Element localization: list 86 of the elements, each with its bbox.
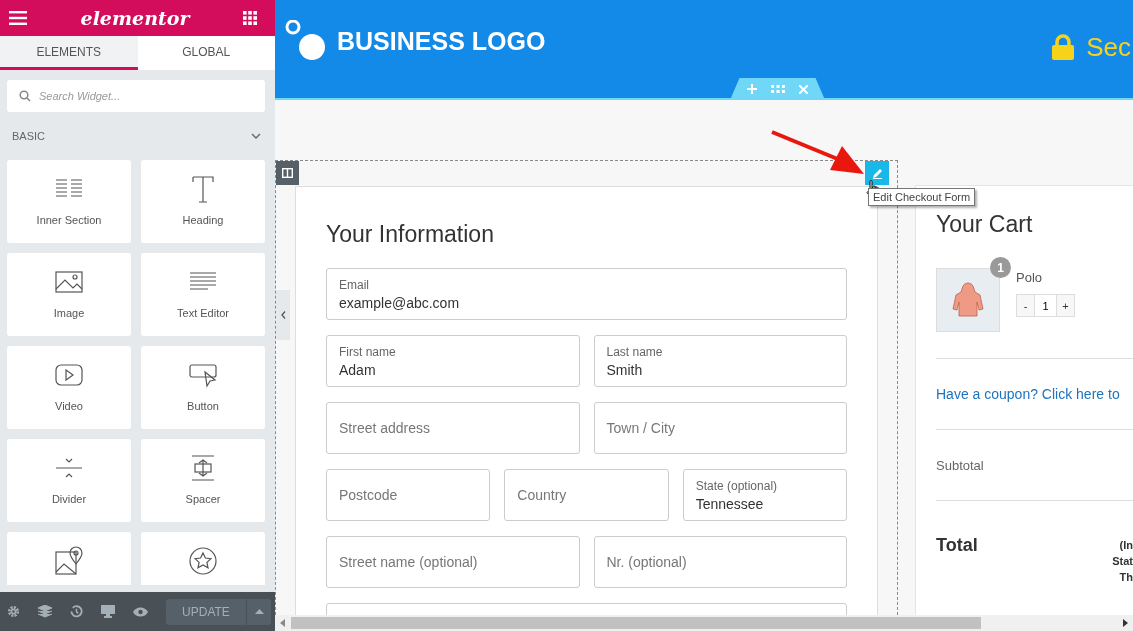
widget-tile[interactable]: Spacer [141, 439, 265, 522]
input-field[interactable]: State (optional) Tennessee [682, 469, 847, 521]
widget-tile[interactable]: Divider [7, 439, 131, 522]
field-value: example@abc.com [339, 293, 461, 311]
widget-label: Button [187, 400, 219, 412]
scroll-right-icon[interactable] [1123, 619, 1128, 627]
search-placeholder: Search Widget... [39, 90, 121, 102]
field-value: Adam [339, 360, 377, 378]
settings-icon[interactable] [7, 605, 20, 618]
coupon-link[interactable]: Have a coupon? Click here to [936, 386, 1120, 402]
total-label: Total [936, 535, 978, 557]
decrease-button[interactable]: - [1016, 294, 1035, 317]
widget-tile[interactable]: Inner Section [7, 160, 131, 243]
eye-icon[interactable] [133, 606, 148, 617]
widget-label: Divider [51, 493, 87, 505]
field-placeholder: Country [517, 487, 568, 503]
hoodie-icon [952, 282, 984, 318]
form-title: Your Information [326, 221, 495, 248]
total-note: Th [1119, 570, 1133, 585]
input-field[interactable]: First name Adam [326, 335, 580, 387]
widget-label: Image [53, 307, 85, 319]
lock-icon [1052, 34, 1075, 60]
columns-icon [282, 168, 293, 178]
widget-tile[interactable]: Image [7, 253, 131, 336]
field-value: Smith [606, 360, 644, 378]
field-label: State (optional) [695, 478, 779, 493]
scroll-left-icon[interactable] [280, 619, 285, 627]
field-label: Last name [606, 344, 664, 359]
field-placeholder: Street address [339, 420, 432, 436]
map-pin-icon [54, 546, 84, 576]
quantity-badge: 1 [990, 257, 1011, 278]
menu-icon[interactable] [9, 11, 27, 25]
business-logo: BUSINESS LOGO [337, 26, 546, 56]
widget-label: Text Editor [177, 307, 229, 319]
widget-label: Spacer [185, 493, 221, 505]
input-field[interactable]: Street name (optional) [326, 536, 580, 588]
input-field[interactable]: Street address [326, 402, 580, 454]
field-placeholder: Nr. (optional) [606, 554, 688, 570]
field-placeholder: Town / City [606, 420, 676, 436]
chevron-left-icon [280, 311, 286, 319]
total-note: Stat [1112, 554, 1133, 569]
widget-label: Video [55, 400, 83, 412]
layers-icon[interactable] [38, 605, 52, 618]
tooltip: Edit Checkout Form [868, 188, 976, 206]
field-placeholder: Street name (optional) [339, 554, 479, 570]
edit-button[interactable] [865, 161, 889, 185]
category-label: BASIC [12, 130, 45, 142]
chevron-icon[interactable] [251, 133, 261, 139]
search-icon [19, 90, 31, 102]
column-handle[interactable] [276, 161, 299, 185]
subtotal-label: Subtotal [936, 458, 984, 473]
input-field[interactable]: Last name Smith [593, 335, 847, 387]
input-field[interactable]: Nr. (optional) [593, 536, 847, 588]
panel-tab[interactable]: ELEMENTS [0, 36, 138, 70]
input-field[interactable]: Postcode [326, 469, 491, 521]
collapse-handle[interactable] [276, 290, 290, 340]
increase-button[interactable]: + [1056, 294, 1075, 317]
options-button[interactable] [246, 598, 271, 625]
secure-text: Sec [1086, 31, 1131, 63]
history-icon[interactable] [70, 605, 83, 618]
field-placeholder: Postcode [339, 487, 399, 503]
product-name: Polo [1016, 270, 1044, 285]
field-label: Email [339, 277, 370, 292]
caret-icon [254, 609, 264, 614]
field-value: Tennessee [695, 494, 765, 512]
cart-title: Your Cart [936, 211, 1034, 238]
widget-label: Heading [182, 214, 224, 226]
field-label: First name [339, 344, 397, 359]
widget-label: Inner Section [36, 214, 102, 226]
widget-tile[interactable]: Heading [141, 160, 265, 243]
monitor-icon[interactable] [101, 605, 115, 618]
horizontal-scrollbar[interactable] [275, 615, 1133, 631]
input-field[interactable]: Town / City [593, 402, 847, 454]
quantity-field[interactable]: 1 [1035, 294, 1056, 317]
grid-icon[interactable] [243, 11, 257, 25]
input-field[interactable]: Country [504, 469, 669, 521]
widget-tile[interactable]: Video [7, 346, 131, 429]
circles-logo-icon [285, 20, 327, 62]
brand-logo: elementor [80, 7, 190, 29]
pencil-icon [871, 167, 883, 179]
widget-tile[interactable]: Button [141, 346, 265, 429]
widget-tile[interactable]: Text Editor [141, 253, 265, 336]
input-field[interactable]: Email example@abc.com [326, 268, 847, 320]
total-note: (In [1119, 538, 1133, 553]
panel-tab[interactable]: GLOBAL [137, 36, 275, 70]
drag-handle-icon[interactable] [771, 85, 785, 93]
